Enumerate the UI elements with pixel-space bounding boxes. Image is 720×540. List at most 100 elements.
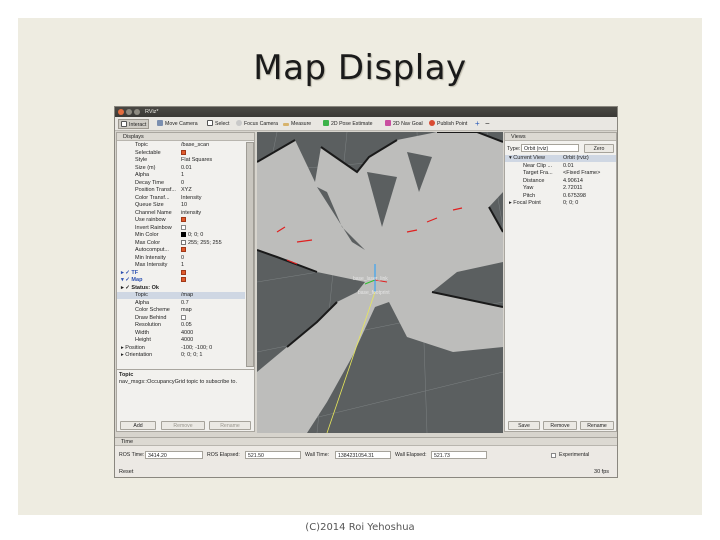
property-value[interactable]: 0: [181, 180, 184, 187]
3d-viewport[interactable]: base_laser_link base_footprint: [257, 132, 503, 433]
property-row[interactable]: Pitch 0.675398: [505, 193, 616, 200]
tool-select[interactable]: Select: [205, 119, 231, 129]
property-value[interactable]: Flat Squares: [181, 157, 212, 164]
remove-view-button[interactable]: Remove: [543, 421, 577, 430]
property-row[interactable]: ▸ ✓ TF: [117, 269, 245, 277]
property-value[interactable]: Intensity: [181, 195, 201, 202]
property-value[interactable]: 255; 255; 255: [181, 239, 222, 247]
tool-move-camera[interactable]: Move Camera: [155, 119, 200, 129]
tool-2d-pose-estimate[interactable]: 2D Pose Estimate: [321, 119, 375, 129]
property-row[interactable]: ▸ ✓ Status: Ok: [117, 285, 245, 292]
property-value[interactable]: 4.90614: [563, 178, 583, 185]
property-checkbox[interactable]: [181, 224, 186, 230]
property-row[interactable]: ▸ Orientation 0; 0; 0; 1: [117, 352, 245, 359]
property-value[interactable]: 0.01: [181, 165, 192, 172]
property-row[interactable]: Min Intensity 0: [117, 255, 245, 262]
property-value[interactable]: -100; -100; 0: [181, 345, 212, 352]
save-view-button[interactable]: Save: [508, 421, 540, 430]
property-checkbox[interactable]: [181, 269, 186, 275]
property-row[interactable]: Draw Behind: [117, 314, 245, 322]
tool-2d-nav-goal[interactable]: 2D Nav Goal: [383, 119, 425, 129]
property-value[interactable]: 0.7: [181, 300, 189, 307]
property-row[interactable]: Color Transf... Intensity: [117, 195, 245, 202]
property-value[interactable]: XYZ: [181, 187, 192, 194]
minimize-window-icon[interactable]: [126, 109, 132, 115]
property-value[interactable]: 4000: [181, 330, 193, 337]
property-row[interactable]: Min Color 0; 0; 0: [117, 232, 245, 239]
property-row[interactable]: Max Color 255; 255; 255: [117, 239, 245, 247]
add-display-button[interactable]: Add: [120, 421, 156, 430]
property-row[interactable]: ▸ Position -100; -100; 0: [117, 345, 245, 352]
property-value[interactable]: 1: [181, 172, 184, 179]
property-value[interactable]: [181, 277, 186, 284]
property-value[interactable]: 1: [181, 262, 184, 269]
property-checkbox[interactable]: [181, 149, 186, 155]
property-value[interactable]: 2.72011: [563, 185, 582, 192]
property-row[interactable]: Channel Name intensity: [117, 210, 245, 217]
property-row[interactable]: Alpha 0.7: [117, 300, 245, 307]
property-value[interactable]: <Fixed Frame>: [563, 170, 600, 177]
property-row[interactable]: Decay Time 0: [117, 180, 245, 187]
tool-measure[interactable]: Measure: [281, 119, 313, 129]
property-row[interactable]: Selectable: [117, 149, 245, 157]
color-swatch[interactable]: [181, 232, 186, 237]
property-value[interactable]: map: [181, 307, 192, 314]
property-row[interactable]: Target Fra... <Fixed Frame>: [505, 170, 616, 177]
property-row[interactable]: Size (m) 0.01: [117, 165, 245, 172]
property-value[interactable]: [181, 247, 186, 254]
property-value[interactable]: [181, 217, 186, 224]
tool-focus-camera[interactable]: Focus Camera: [234, 119, 280, 129]
property-row[interactable]: Max Intensity 1: [117, 262, 245, 269]
property-row[interactable]: Topic/map: [117, 292, 245, 299]
property-row[interactable]: Position Transf... XYZ: [117, 187, 245, 194]
property-checkbox[interactable]: [181, 247, 186, 252]
close-window-icon[interactable]: [118, 109, 124, 115]
property-value[interactable]: 0.675398: [563, 193, 586, 200]
property-value[interactable]: 0: [181, 255, 184, 262]
property-row[interactable]: Style Flat Squares: [117, 157, 245, 164]
property-value[interactable]: 0; 0; 0; 1: [181, 352, 202, 359]
ros-elapsed-field[interactable]: 521.50: [245, 451, 301, 459]
property-checkbox[interactable]: [181, 314, 186, 320]
rename-view-button[interactable]: Rename: [580, 421, 614, 430]
wall-time-field[interactable]: 1384231054.31: [335, 451, 391, 459]
property-value[interactable]: [181, 149, 186, 157]
property-row[interactable]: Autocomput...: [117, 247, 245, 254]
property-row[interactable]: Width 4000: [117, 330, 245, 337]
displays-scrollbar[interactable]: [246, 142, 254, 367]
property-row[interactable]: Yaw 2.72011: [505, 185, 616, 192]
property-row[interactable]: ▸ Focal Point 0; 0; 0: [505, 200, 616, 207]
property-row[interactable]: ▾ Current View Orbit (rviz): [505, 155, 616, 162]
property-row[interactable]: Near Clip ... 0.01: [505, 163, 616, 170]
property-value[interactable]: 0.05: [181, 322, 192, 329]
property-row[interactable]: Height 4000: [117, 337, 245, 344]
property-value[interactable]: intensity: [181, 210, 201, 217]
rename-display-button[interactable]: Rename: [209, 421, 251, 430]
maximize-window-icon[interactable]: [134, 109, 140, 115]
property-row[interactable]: Invert Rainbow: [117, 224, 245, 232]
property-value[interactable]: 0.01: [563, 163, 574, 170]
property-value[interactable]: 10: [181, 202, 187, 209]
property-checkbox[interactable]: [181, 277, 186, 282]
property-row[interactable]: Color Scheme map: [117, 307, 245, 314]
property-row[interactable]: Queue Size 10: [117, 202, 245, 209]
view-type-select[interactable]: Orbit (rviz): [521, 144, 579, 152]
property-value[interactable]: [181, 269, 186, 277]
experimental-checkbox[interactable]: [551, 453, 556, 458]
property-row[interactable]: Alpha 1: [117, 172, 245, 179]
tool-publish-point[interactable]: Publish Point: [427, 119, 469, 129]
remove-tool-button[interactable]: −: [483, 119, 492, 129]
property-value[interactable]: /map: [181, 292, 193, 299]
wall-elapsed-field[interactable]: 521.73: [431, 451, 487, 459]
ros-time-field[interactable]: 3414.20: [145, 451, 203, 459]
property-value[interactable]: [181, 224, 186, 232]
property-value[interactable]: 0; 0; 0: [181, 232, 203, 239]
property-row[interactable]: Resolution 0.05: [117, 322, 245, 329]
add-tool-button[interactable]: +: [473, 119, 482, 129]
property-checkbox[interactable]: [181, 217, 186, 222]
zero-view-button[interactable]: Zero: [584, 144, 614, 153]
reset-button[interactable]: Reset: [119, 469, 133, 475]
property-row[interactable]: Topic/base_scan: [117, 142, 245, 149]
property-value[interactable]: /base_scan: [181, 142, 209, 149]
property-row[interactable]: ▾ ✓ Map: [117, 277, 245, 284]
